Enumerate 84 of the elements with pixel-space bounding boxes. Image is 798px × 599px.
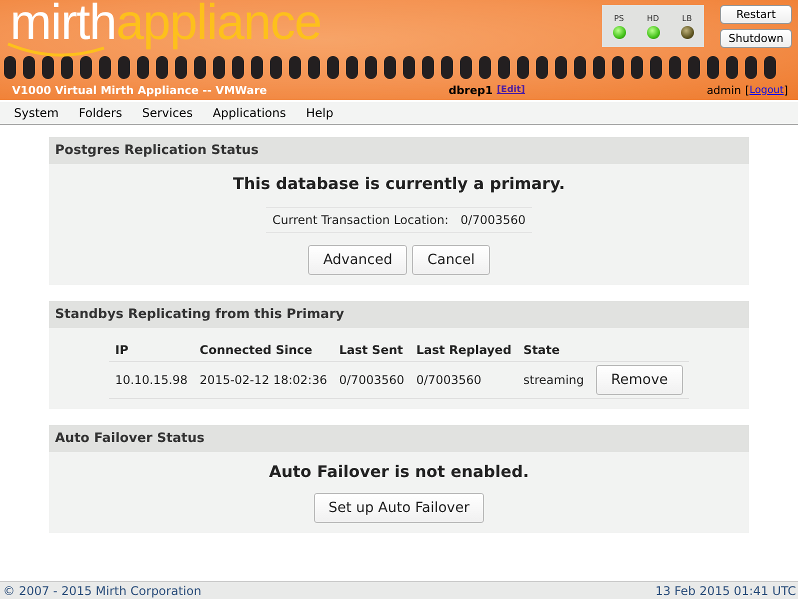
- appliance-title: V1000 Virtual Mirth Appliance -- VMWare: [12, 84, 267, 96]
- vent-slot: [441, 56, 453, 79]
- logo-text: mirth: [10, 2, 116, 42]
- menu-item[interactable]: Services: [136, 106, 199, 120]
- light-label: PS: [614, 14, 624, 22]
- column-header: Last Replayed: [410, 334, 518, 362]
- header-button[interactable]: Shutdown: [720, 29, 792, 48]
- vent-slot: [308, 56, 320, 79]
- table-cell: streaming: [517, 362, 590, 398]
- menu-item[interactable]: Folders: [72, 106, 128, 120]
- vent-slot: [555, 56, 567, 79]
- vent-slot: [498, 56, 510, 79]
- vent-slot: [61, 56, 73, 79]
- header-button[interactable]: Restart: [720, 5, 792, 24]
- edit-link[interactable]: [Edit]: [496, 85, 526, 95]
- vent-slot: [175, 56, 187, 79]
- vent-slot: [137, 56, 149, 79]
- vent-slot: [80, 56, 92, 79]
- username: admin: [706, 84, 742, 96]
- action-button[interactable]: Advanced: [308, 245, 408, 275]
- menu-item[interactable]: System: [8, 106, 65, 120]
- hostname: dbrep1: [448, 84, 493, 96]
- table-cell: 2015-02-12 18:02:36: [194, 362, 334, 398]
- timestamp: 13 Feb 2015 01:41 UTC: [655, 584, 796, 598]
- status-message: This database is currently a primary.: [233, 174, 565, 193]
- vent-slot: [593, 56, 605, 79]
- column-header: Last Sent: [333, 334, 410, 362]
- vent-slot: [289, 56, 301, 79]
- copyright-text: © 2007 - 2015 Mirth Corporation: [3, 584, 202, 598]
- vent-slot: [156, 56, 168, 79]
- vent-slot: [631, 56, 643, 79]
- bracket-text: [: [745, 84, 750, 96]
- light-label: HD: [646, 14, 660, 22]
- vent-slot: [707, 56, 719, 79]
- logo-text: appliance: [116, 0, 322, 50]
- menu-item[interactable]: Help: [300, 106, 340, 120]
- vent-slot: [270, 56, 282, 79]
- panel-title: Auto Failover Status: [49, 425, 749, 452]
- bracket-text: ]: [784, 84, 788, 96]
- vent-slot: [612, 56, 624, 79]
- vent-slot: [422, 56, 434, 79]
- action-button[interactable]: Cancel: [412, 245, 490, 275]
- vent-slot: [764, 56, 776, 79]
- vent-slot: [4, 56, 16, 79]
- vent-slot: [99, 56, 111, 79]
- column-header: State: [517, 334, 590, 362]
- smile-icon: [6, 42, 106, 58]
- vent-slot: [23, 56, 35, 79]
- vent-slot: [194, 56, 206, 79]
- table-cell: 10.10.15.98: [109, 362, 194, 398]
- status-message: Auto Failover is not enabled.: [268, 462, 529, 481]
- table-cell: 0/7003560: [333, 362, 410, 398]
- vent-slot: [688, 56, 700, 79]
- vent-slot: [213, 56, 225, 79]
- logout-link[interactable]: Logout: [749, 84, 784, 96]
- vent-slot: [346, 56, 358, 79]
- vent-slot: [403, 56, 415, 79]
- setup-button[interactable]: Set up Auto Failover: [314, 493, 484, 523]
- vent-slot: [232, 56, 244, 79]
- vent-slot: [574, 56, 586, 79]
- vent-slot: [726, 56, 738, 79]
- table-cell: 0/7003560: [410, 362, 518, 398]
- vent-slot: [327, 56, 339, 79]
- vent-slot: [479, 56, 491, 79]
- vent-slot: [536, 56, 548, 79]
- menu-item[interactable]: Applications: [206, 106, 292, 120]
- remove-button[interactable]: Remove: [596, 365, 683, 395]
- column-header: Connected Since: [194, 334, 334, 362]
- vent-slot: [384, 56, 396, 79]
- vent-slot: [650, 56, 662, 79]
- vent-slot: [365, 56, 377, 79]
- panel-title: Standbys Replicating from this Primary: [49, 301, 749, 328]
- panel-title: Postgres Replication Status: [49, 137, 749, 164]
- field-label: Current Transaction Location:: [272, 213, 449, 227]
- vent-slot: [745, 56, 757, 79]
- vent-slot: [118, 56, 130, 79]
- vent-slot: [42, 56, 54, 79]
- vent-slot: [517, 56, 529, 79]
- vent-slot: [251, 56, 263, 79]
- vent-slot: [460, 56, 472, 79]
- light-label: LB: [682, 14, 692, 22]
- column-header: IP: [109, 334, 194, 362]
- vent-slot: [669, 56, 681, 79]
- field-value: 0/7003560: [460, 213, 526, 227]
